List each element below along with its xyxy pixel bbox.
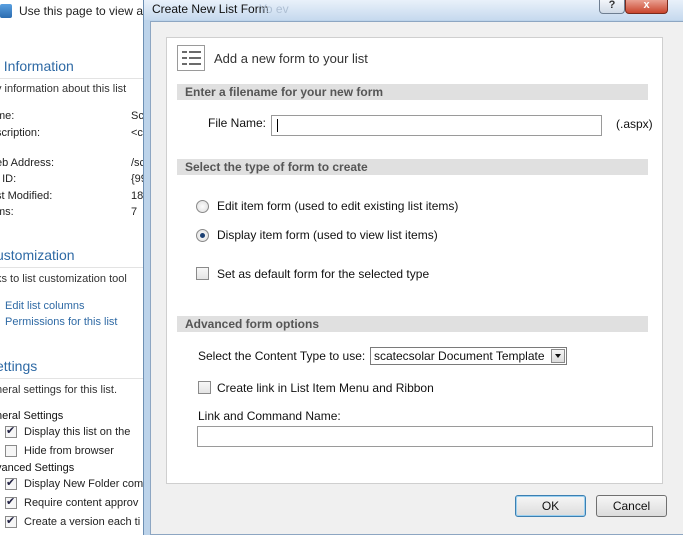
help-icon: ? [608, 0, 616, 11]
list-information-heading: t Information [0, 58, 74, 74]
general-settings-heading: neral Settings [0, 410, 64, 422]
settings-description: neral settings for this list. [0, 384, 118, 396]
edit-list-columns-link[interactable]: Edit list columns [5, 300, 84, 312]
list-information-section: t Information [0, 55, 160, 79]
create-new-list-form-dialog: Create New List Form Yo ev ? x Add a new… [143, 0, 683, 535]
advanced-section-title: Advanced form options [185, 317, 320, 331]
info-value: 18 [131, 190, 144, 202]
link-name-input[interactable] [197, 426, 653, 447]
advanced-settings-heading: vanced Settings [0, 462, 75, 474]
set-default-form-label[interactable]: Set as default form for the selected typ… [217, 267, 429, 281]
general-setting-item[interactable]: Hide from browser [5, 445, 114, 457]
close-icon: x [643, 0, 650, 11]
filename-section-title: Enter a filename for your new form [185, 85, 384, 99]
filename-section-header: Enter a filename for your new form [177, 84, 648, 100]
set-default-form-checkbox[interactable] [196, 267, 209, 280]
dialog-heading: Add a new form to your list [214, 50, 368, 66]
page-intro: Use this page to view an [0, 0, 160, 22]
text-caret [277, 119, 278, 132]
ok-button[interactable]: OK [515, 495, 586, 517]
advanced-section-header: Advanced form options [177, 316, 648, 332]
close-button[interactable]: x [625, 0, 668, 14]
content-type-value: scatecsolar Document Template [374, 349, 545, 363]
advanced-setting-item[interactable]: Create a version each ti [5, 514, 141, 528]
settings-section: ettings [0, 355, 160, 379]
page-intro-text: Use this page to view an [19, 4, 150, 18]
file-name-input[interactable] [271, 115, 602, 136]
dialog-client-area: Add a new form to your list Enter a file… [150, 21, 683, 535]
checkbox-label: Require content approv [24, 497, 139, 509]
customization-description: ks to list customization tool [0, 273, 127, 285]
form-type-section-header: Select the type of form to create [177, 159, 648, 175]
checkbox-label: Display New Folder com [24, 478, 144, 490]
form-options-panel: Add a new form to your list Enter a file… [166, 37, 663, 484]
file-extension: (.aspx) [616, 117, 653, 131]
display-item-form-label[interactable]: Display item form (used to view list ite… [217, 228, 438, 242]
cancel-button[interactable]: Cancel [596, 495, 667, 517]
customization-heading: ustomization [0, 247, 75, 263]
info-label: me: [0, 110, 15, 122]
dialog-header: Add a new form to your list [177, 45, 368, 71]
content-type-label: Select the Content Type to use: [198, 349, 366, 363]
form-type-section-title: Select the type of form to create [185, 160, 368, 174]
content-type-select[interactable]: scatecsolar Document Template [370, 347, 567, 365]
checkbox-label: Display this list on the [24, 426, 131, 438]
checkbox[interactable] [5, 424, 17, 438]
help-button[interactable]: ? [599, 0, 625, 14]
general-setting-item[interactable]: Display this list on the [5, 424, 131, 438]
file-name-label: File Name: [208, 116, 267, 130]
edit-item-form-radio[interactable] [196, 200, 209, 213]
advanced-setting-item[interactable]: Require content approv [5, 495, 139, 509]
checkbox[interactable] [5, 445, 17, 457]
list-summary-page: Use this page to view an t Information y… [0, 0, 160, 535]
customization-section: ustomization [0, 244, 160, 268]
checkbox[interactable] [5, 514, 17, 528]
checkbox-label: Create a version each ti [24, 516, 141, 528]
create-link-checkbox[interactable] [198, 381, 211, 394]
info-value[interactable]: Sc [131, 110, 144, 122]
link-name-label: Link and Command Name: [198, 409, 341, 423]
edit-item-form-label[interactable]: Edit item form (used to edit existing li… [217, 199, 458, 213]
info-label: eb Address: [0, 157, 55, 169]
info-label: st Modified: [0, 190, 53, 202]
info-value: 7 [131, 206, 138, 218]
dialog-titlebar[interactable]: Create New List Form Yo ev ? x [144, 0, 683, 20]
checkbox[interactable] [5, 476, 17, 490]
list-information-description: y information about this list [0, 83, 127, 95]
dialog-title: Create New List Form [152, 2, 269, 16]
chevron-down-icon[interactable] [551, 349, 565, 363]
advanced-setting-item[interactable]: Display New Folder com [5, 476, 144, 490]
dialog-title-ghost: Yo ev [259, 2, 289, 16]
info-label: ms: [0, 206, 14, 218]
settings-heading: ettings [0, 358, 38, 374]
list-form-icon [177, 45, 205, 71]
info-icon [0, 4, 12, 18]
create-link-label[interactable]: Create link in List Item Menu and Ribbon [217, 381, 434, 395]
info-label: scription: [0, 127, 41, 139]
info-value[interactable]: <c [131, 127, 143, 139]
info-label: t ID: [0, 173, 17, 185]
display-item-form-radio[interactable] [196, 229, 209, 242]
checkbox-label: Hide from browser [24, 445, 114, 457]
permissions-link[interactable]: Permissions for this list [5, 316, 117, 328]
checkbox[interactable] [5, 495, 17, 509]
